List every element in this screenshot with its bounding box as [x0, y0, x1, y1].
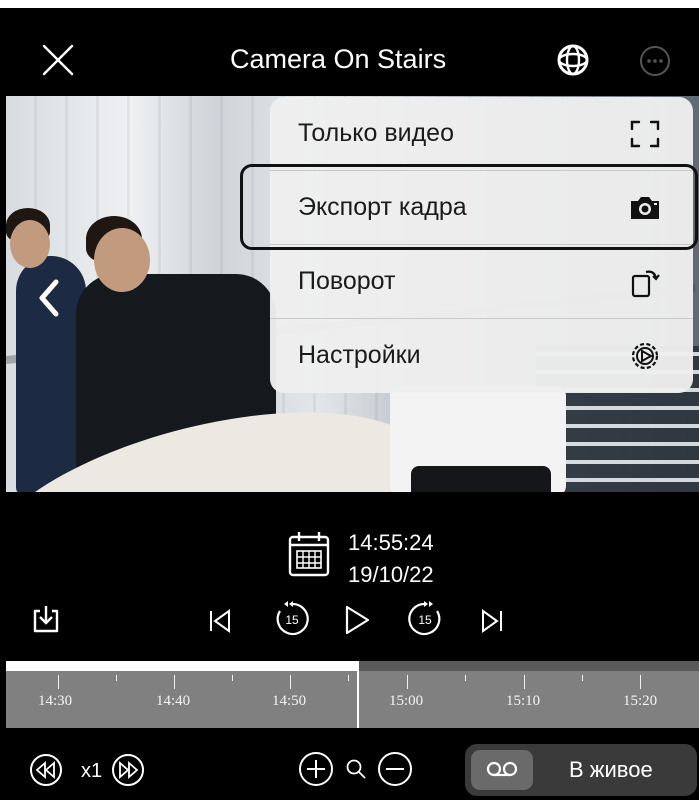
- zoom-in-icon[interactable]: [297, 750, 335, 788]
- timeline[interactable]: 14:30 14:40 14:50 15:00 15:10 15:20: [6, 661, 699, 728]
- forward-15-icon[interactable]: 15: [405, 599, 445, 639]
- more-icon[interactable]: [638, 44, 672, 78]
- timeline-tick: [407, 675, 408, 689]
- timeline-tick: [524, 675, 525, 689]
- skip-to-start-icon[interactable]: [206, 607, 234, 635]
- person-figure: [411, 466, 551, 492]
- timeline-label: 14:50: [272, 693, 307, 709]
- live-toggle[interactable]: В живое: [465, 744, 697, 796]
- timeline-tick: [232, 675, 233, 681]
- menu-item-label: Настройки: [298, 341, 421, 369]
- timeline-tick: [290, 675, 291, 689]
- person-head: [94, 228, 150, 292]
- slower-icon[interactable]: [28, 752, 64, 788]
- menu-item-settings[interactable]: Настройки: [270, 319, 693, 393]
- timeline-label: 15:20: [623, 693, 658, 709]
- skip-to-end-icon[interactable]: [478, 607, 506, 635]
- settings-icon: [631, 342, 659, 370]
- timeline-remaining: [359, 661, 699, 671]
- rewind-15-icon[interactable]: 15: [272, 599, 312, 639]
- voicemail-icon: [486, 761, 518, 777]
- archive-segment[interactable]: [471, 750, 533, 790]
- top-strip: [0, 0, 699, 8]
- timeline-tick: [640, 675, 641, 689]
- live-label: В живое: [569, 757, 653, 782]
- menu-item-rotate[interactable]: Поворот: [270, 245, 693, 319]
- menu-item-video-only[interactable]: Только видео: [270, 97, 693, 171]
- timeline-label: 15:10: [506, 693, 541, 709]
- speed-label: x1: [81, 760, 103, 782]
- timeline-label: 15:00: [389, 693, 424, 709]
- menu-item-label: Только видео: [298, 119, 454, 147]
- timeline-tick: [465, 675, 466, 681]
- zoom-out-icon[interactable]: [376, 750, 414, 788]
- rotate-icon: [631, 270, 660, 298]
- playback-time: 14:55:24: [348, 530, 434, 555]
- close-icon[interactable]: [40, 42, 76, 78]
- chevron-left-icon[interactable]: [34, 276, 64, 320]
- timeline-label: 14:40: [156, 693, 191, 709]
- menu-item-label: Поворот: [298, 267, 396, 295]
- timeline-cursor[interactable]: [357, 661, 359, 728]
- timeline-tick: [58, 675, 59, 689]
- download-icon[interactable]: [30, 603, 62, 635]
- timeline-tick: [116, 675, 117, 681]
- timeline-played: [6, 661, 359, 671]
- playback-date: 19/10/22: [348, 562, 434, 587]
- svg-text:15: 15: [418, 613, 432, 627]
- timeline-label: 14:30: [38, 693, 73, 709]
- person-head: [10, 220, 50, 268]
- play-icon[interactable]: [343, 604, 371, 636]
- fullscreen-icon: [630, 120, 660, 148]
- timeline-tick: [174, 675, 175, 689]
- timeline-tick: [582, 675, 583, 681]
- calendar-icon[interactable]: [287, 530, 331, 578]
- faster-icon[interactable]: [110, 752, 146, 788]
- search-icon: [346, 759, 366, 779]
- svg-text:15: 15: [285, 613, 299, 627]
- header: Camera On Stairs: [0, 8, 699, 96]
- menu-item-highlight: [240, 164, 698, 250]
- ptz-icon[interactable]: [553, 40, 593, 80]
- timeline-tick: [348, 675, 349, 681]
